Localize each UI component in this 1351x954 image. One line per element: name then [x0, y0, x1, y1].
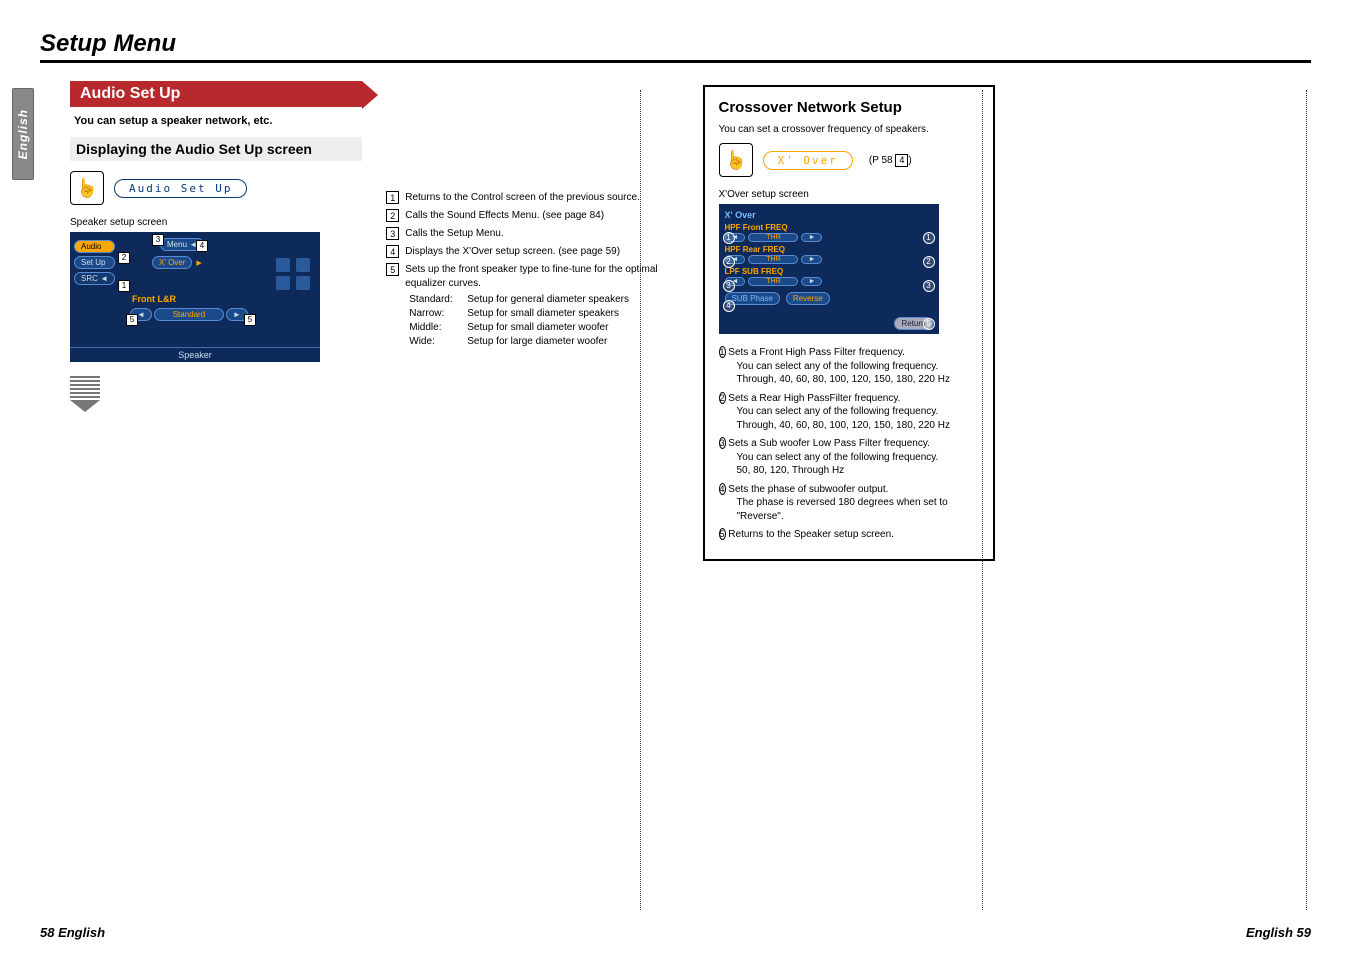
touch-icon: ☝ [719, 143, 753, 177]
xo-callout-3: 3 [723, 280, 735, 292]
hpf-rear-label: HPF Rear FREQ [725, 245, 933, 254]
language-tab: English [12, 88, 34, 180]
circle-num: 2 [719, 392, 726, 404]
xover-screenshot: X' Over HPF Front FREQ ◄THR► HPF Rear FR… [719, 204, 939, 334]
callout-text: Returns to the Control screen of the pre… [405, 191, 640, 205]
circle-num: 4 [719, 483, 726, 495]
circle-title: Sets a Front High Pass Filter frequency. [728, 347, 905, 358]
circle-title: Sets a Rear High PassFilter frequency. [728, 393, 900, 404]
xo-callout-4: 4 [723, 300, 735, 312]
callout-text: Displays the X'Over setup screen. (see p… [405, 245, 620, 259]
callout-4: 4 [196, 240, 208, 252]
page-number-right: English 59 [1246, 925, 1311, 940]
crossover-intro: You can set a crossover frequency of spe… [719, 124, 979, 135]
xover-header: X' Over [725, 210, 933, 220]
circle-title: Returns to the Speaker setup screen. [728, 529, 894, 540]
tab-audio: Audio [74, 240, 115, 253]
callout-num: 4 [386, 245, 399, 258]
circle-desc: You can select any of the following freq… [719, 451, 979, 478]
crossover-title: Crossover Network Setup [719, 99, 979, 116]
xover-pill: X' Over [763, 151, 853, 170]
callout-num: 5 [386, 263, 399, 276]
circle-title: Sets the phase of subwoofer output. [728, 484, 888, 495]
callout-text: Calls the Setup Menu. [405, 227, 503, 241]
column-separator [1306, 90, 1307, 910]
circle-title: Sets a Sub woofer Low Pass Filter freque… [728, 438, 930, 449]
callout-num: 3 [386, 227, 399, 240]
screen-footer: Speaker [70, 347, 320, 360]
standard-value: Standard [154, 308, 224, 321]
opt-key: Middle: [409, 321, 463, 335]
page-ref: (P 58 4) [869, 154, 912, 167]
circle-desc: The phase is reversed 180 degrees when s… [719, 496, 979, 523]
xover-descriptions: 1 Sets a Front High Pass Filter frequenc… [719, 346, 979, 542]
page-number-left: 58 English [40, 925, 105, 940]
crossover-panel: Crossover Network Setup You can set a cr… [703, 85, 995, 561]
sub-phase-value: Reverse [786, 292, 830, 305]
callout-num: 1 [386, 191, 399, 204]
circle-num: 1 [719, 346, 726, 358]
page-title: Setup Menu [40, 30, 1311, 63]
hpf-front-label: HPF Front FREQ [725, 223, 933, 232]
speaker-icons [276, 258, 312, 290]
xo-callout-3b: 3 [923, 280, 935, 292]
down-arrow-icon [70, 376, 110, 412]
xo-callout-5: 5 [923, 318, 935, 330]
circle-desc: You can select any of the following freq… [719, 405, 979, 432]
xo-callout-2: 2 [723, 256, 735, 268]
opt-val: Setup for large diameter woofer [467, 335, 607, 349]
touch-icon: ☝ [70, 171, 104, 205]
circle-desc: You can select any of the following freq… [719, 360, 979, 387]
xo-callout-1b: 1 [923, 232, 935, 244]
opt-key: Wide: [409, 335, 463, 349]
callout-5b: 5 [244, 314, 256, 326]
language-tab-label: English [16, 109, 30, 159]
section-intro: You can setup a speaker network, etc. [70, 115, 362, 127]
xo-callout-2b: 2 [923, 256, 935, 268]
opt-val: Setup for small diameter woofer [467, 321, 608, 335]
callout-1: 1 [118, 280, 130, 292]
xo-callout-1: 1 [723, 232, 735, 244]
tab-setup: Set Up [74, 256, 115, 269]
callout-2: 2 [118, 252, 130, 264]
section-banner: Audio Set Up [70, 81, 362, 107]
opt-val: Setup for general diameter speakers [467, 293, 629, 307]
callout-num: 2 [386, 209, 399, 222]
sub-heading: Displaying the Audio Set Up screen [70, 137, 362, 161]
column-separator [640, 90, 641, 910]
tab-src: SRC ◄ [74, 272, 115, 285]
callout-text: Calls the Sound Effects Menu. (see page … [405, 209, 604, 223]
opt-key: Standard: [409, 293, 463, 307]
lpf-sub-label: LPF SUB FREQ [725, 267, 933, 276]
audio-setup-pill: Audio Set Up [114, 179, 247, 198]
callout-text: Sets up the front speaker type to fine-t… [405, 264, 657, 289]
xover-button: X' Over [152, 256, 192, 269]
callout-3: 3 [152, 234, 164, 246]
speaker-setup-screenshot: Audio Set Up SRC ◄ Menu ◄ X' Over ▶ Fron… [70, 232, 320, 362]
callout-5a: 5 [126, 314, 138, 326]
opt-val: Setup for small diameter speakers [467, 307, 619, 321]
triangle-icon: ▶ [196, 259, 201, 267]
front-speaker-label: Front L&R [132, 294, 176, 304]
xover-screen-label: X'Over setup screen [719, 189, 979, 200]
circle-num: 5 [719, 528, 726, 540]
speaker-screen-label: Speaker setup screen [70, 217, 362, 228]
column-separator [982, 90, 983, 910]
opt-key: Narrow: [409, 307, 463, 321]
speaker-callout-descriptions: 1 Returns to the Control screen of the pr… [386, 191, 678, 349]
circle-num: 3 [719, 437, 726, 449]
